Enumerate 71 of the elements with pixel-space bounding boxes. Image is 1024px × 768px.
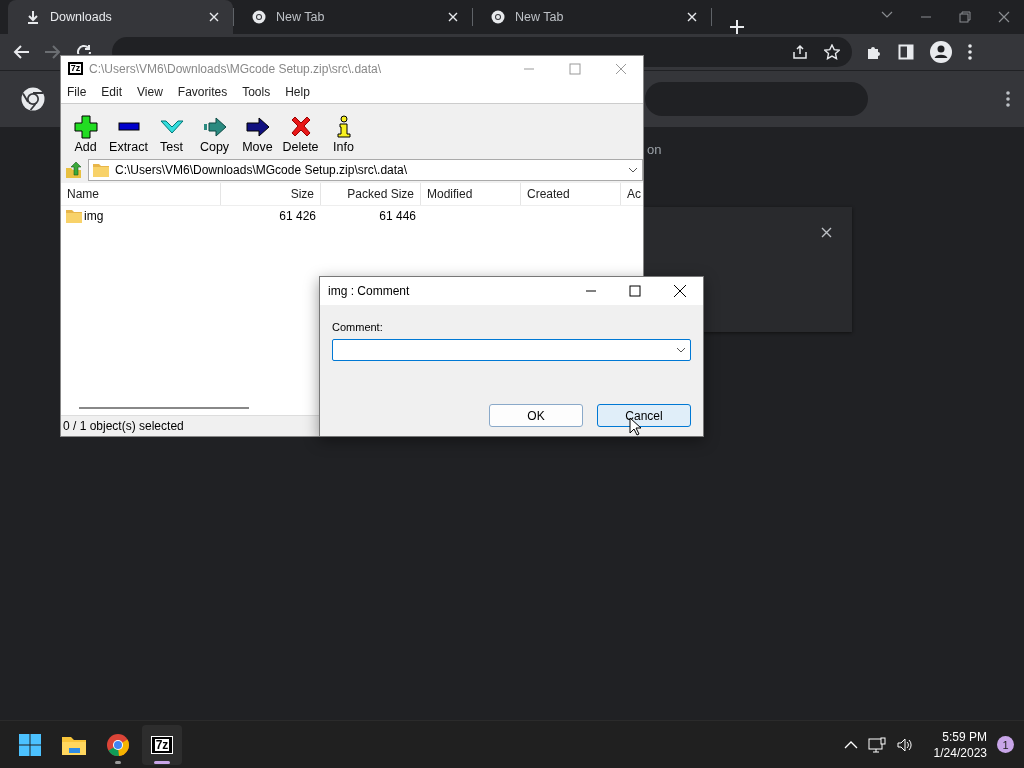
menu-item[interactable]: View <box>137 85 163 99</box>
scrollbar-thumb[interactable] <box>79 407 249 409</box>
chevron-down-icon <box>676 347 686 353</box>
column-header[interactable]: Name <box>61 183 221 205</box>
menu-dots-icon[interactable] <box>968 44 972 60</box>
chevron-up-icon[interactable] <box>843 740 858 749</box>
new-tab-plus-icon[interactable] <box>730 20 744 34</box>
menu-dots-icon[interactable] <box>1006 91 1010 107</box>
column-header[interactable]: Size <box>221 183 321 205</box>
menu-item[interactable]: Edit <box>101 85 123 99</box>
side-panel-icon[interactable] <box>898 44 914 60</box>
arrow-right-icon <box>202 115 227 139</box>
menu-item[interactable]: Help <box>285 85 310 99</box>
search-field[interactable] <box>645 82 868 116</box>
back-arrow-icon[interactable] <box>12 44 30 60</box>
download-icon <box>26 10 40 24</box>
column-header[interactable]: Packed Size <box>321 183 421 205</box>
path-field[interactable]: C:\Users\VM6\Downloads\MGcode Setup.zip\src\.data\ <box>88 159 643 181</box>
archiver-app-icon[interactable]: 7z <box>151 735 173 754</box>
clock[interactable]: 5:59 PM 1/24/2023 <box>933 728 987 761</box>
reload-icon[interactable] <box>76 44 92 54</box>
column-header[interactable]: Ac <box>621 183 643 205</box>
chrome-icon <box>491 10 505 24</box>
share-icon[interactable] <box>792 44 808 60</box>
toolbar-button[interactable]: Add <box>64 115 107 154</box>
toolbar-button[interactable]: Copy <box>193 115 236 154</box>
comment-field[interactable] <box>332 339 691 361</box>
menu-item[interactable]: File <box>67 85 87 99</box>
dialog-button[interactable]: Cancel <box>597 404 691 427</box>
close-icon[interactable] <box>673 284 687 298</box>
network-icon[interactable] <box>867 736 886 753</box>
browser-tab[interactable]: New Tab <box>234 0 472 34</box>
file-name: img <box>84 209 104 223</box>
archiver-app-icon: 7z <box>68 62 83 75</box>
toolbar-button[interactable]: Info <box>322 115 365 154</box>
folder-up-icon[interactable] <box>65 161 83 179</box>
toolbar-button[interactable]: Delete <box>279 115 322 154</box>
chevron-down-icon <box>628 167 638 173</box>
chrome-logo-icon <box>21 87 45 111</box>
toolbar-button[interactable]: Move <box>236 115 279 154</box>
toolbar-button[interactable]: Extract <box>107 115 150 154</box>
star-icon[interactable] <box>824 44 840 60</box>
toolbar-button[interactable]: Test <box>150 115 193 154</box>
chrome-icon <box>252 10 266 24</box>
menu-item[interactable]: Tools <box>242 85 271 99</box>
maximize-icon[interactable] <box>629 285 641 297</box>
page-text: on <box>647 142 663 157</box>
dialog-button[interactable]: OK <box>489 404 583 427</box>
window-title: C:\Users\VM6\Downloads\MGcode Setup.zip\src\.data\ <box>89 61 382 76</box>
profile-icon[interactable] <box>930 41 952 63</box>
plus-icon <box>73 115 98 139</box>
chrome-icon[interactable] <box>106 732 130 757</box>
menu-item[interactable]: Favorites <box>177 85 228 99</box>
arrow-right-icon <box>245 115 270 139</box>
notification-badge[interactable]: 1 <box>997 736 1014 753</box>
field-label: Comment: <box>332 321 384 333</box>
folder-icon <box>66 209 82 223</box>
browser-tab[interactable]: New Tab <box>473 0 711 34</box>
windows-logo-icon[interactable] <box>18 732 42 757</box>
chevron-down-icon[interactable] <box>881 11 893 19</box>
restore-icon[interactable] <box>959 11 971 23</box>
table-cell-text: 61 446 <box>378 209 417 223</box>
dialog-title: img : Comment <box>328 284 410 298</box>
browser-tab[interactable]: Downloads <box>8 0 233 34</box>
column-header[interactable]: Created <box>521 183 621 205</box>
speaker-icon[interactable] <box>895 736 914 753</box>
forward-arrow-icon[interactable] <box>44 44 62 60</box>
folder-icon <box>93 163 109 177</box>
column-header[interactable]: Modified <box>421 183 521 205</box>
table-cell-text: 61 426 <box>278 209 317 223</box>
puzzle-icon[interactable] <box>866 44 882 60</box>
